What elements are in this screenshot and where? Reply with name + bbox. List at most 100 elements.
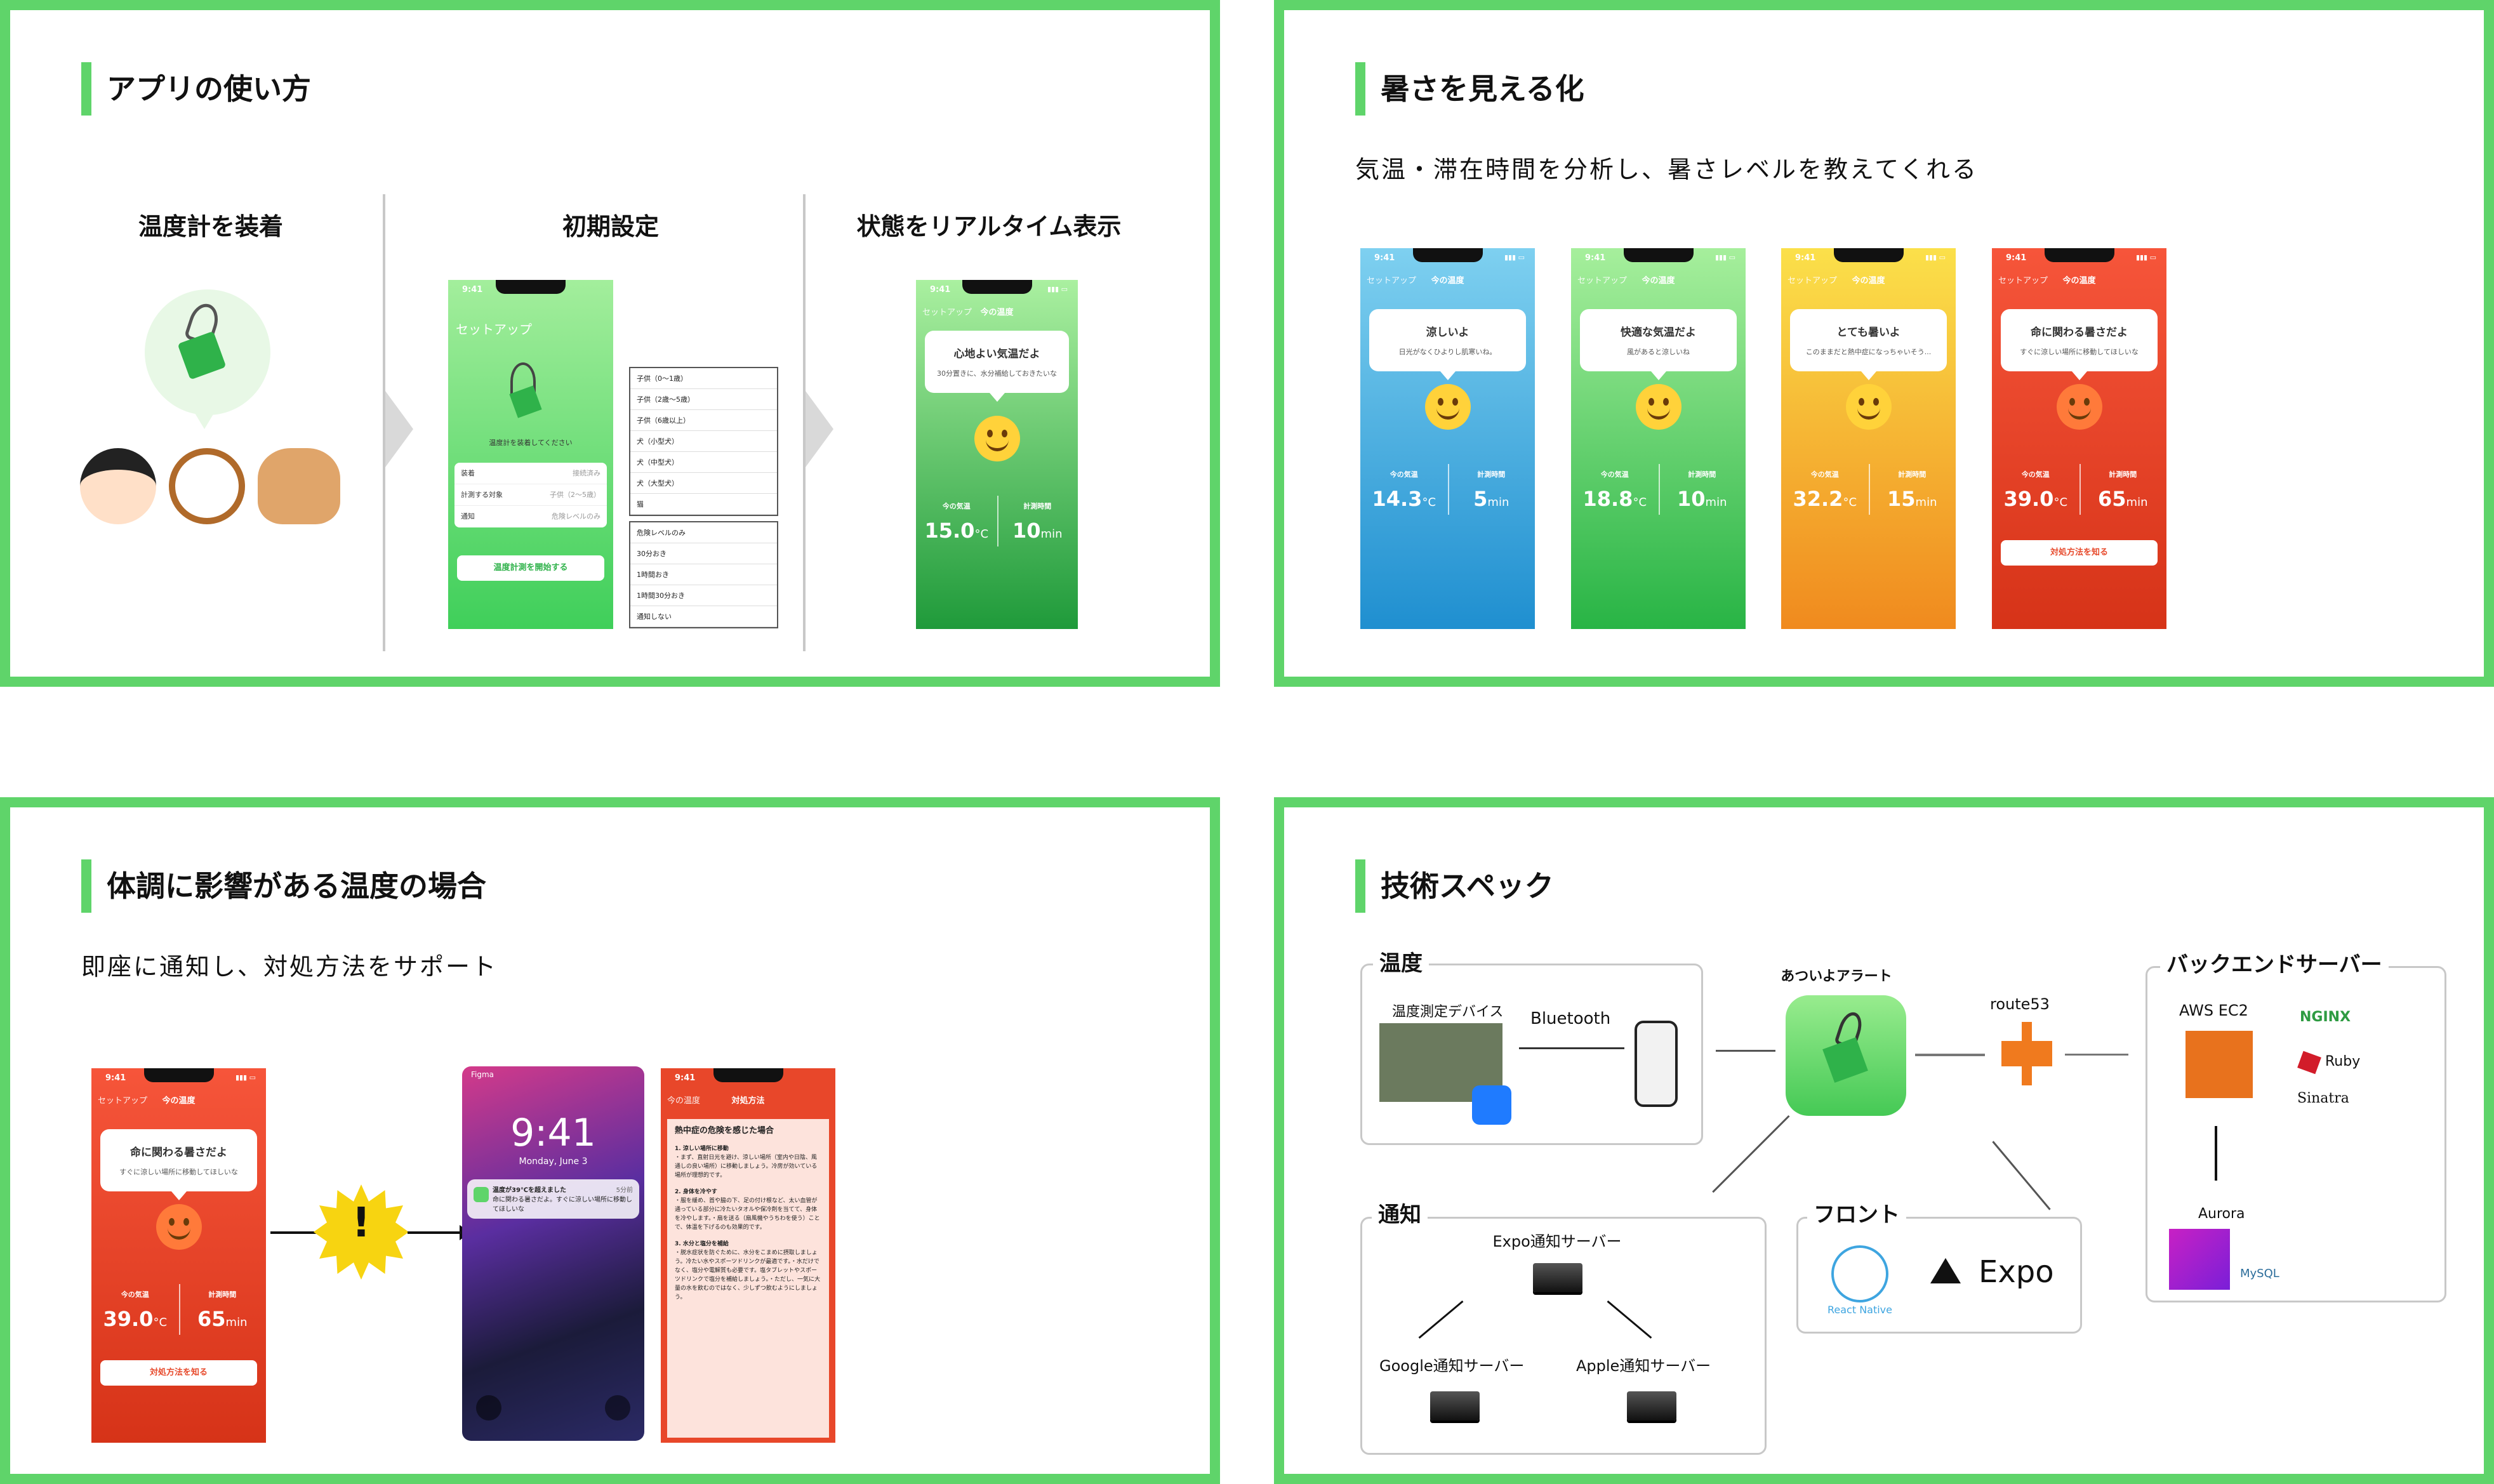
panel-heat-visualization: 暑さを見える化 気温・滞在時間を分析し、暑さレベルを教えてくれる 9:41 ▮▮▮… xyxy=(1274,0,2494,687)
thermometer-device-icon xyxy=(177,331,227,380)
server-icon xyxy=(1533,1263,1582,1292)
level-phone-danger: 9:41 ▮▮▮ ▭ セットアップ 今の温度 命に関わる暑さだよ すぐに涼しい場所に移動し… xyxy=(1992,248,2166,629)
setup-title: セットアップ xyxy=(456,322,532,337)
dropdown-option[interactable]: 危険レベルのみ xyxy=(630,522,777,543)
metric-label: 計測時間 xyxy=(1477,470,1506,479)
dropdown-option[interactable]: 子供（6歳以上） xyxy=(630,410,777,431)
guide-heading: 熱中症の危険を感じた場合 xyxy=(675,1126,774,1136)
warning-mark: ! xyxy=(352,1200,371,1247)
battery-icon: ▮▮▮ ▭ xyxy=(1715,253,1735,262)
elapsed-time: 10min xyxy=(1677,487,1727,511)
camera-icon[interactable] xyxy=(605,1395,630,1421)
screen-title: 今の温度 xyxy=(980,308,1014,317)
current-temperature: 14.3°C xyxy=(1372,487,1436,511)
dropdown-option[interactable]: 30分おき xyxy=(630,543,777,564)
dropdown-option[interactable]: 犬（大型犬） xyxy=(630,473,777,494)
guide-card: 熱中症の危険を感じた場合 1. 涼しい場所に移動 ・まず、直射日光を避け、涼しい… xyxy=(667,1119,829,1438)
target-dropdown[interactable]: 子供（0〜1歳） 子供（2歳〜5歳） 子供（6歳以上） 犬（小型犬） 犬（中型犬… xyxy=(629,367,778,516)
battery-icon: ▮▮▮ ▭ xyxy=(235,1073,256,1082)
status-bubble: 涼しいよ 日光がなくひよりし肌寒いね。 xyxy=(1369,309,1526,380)
dropdown-option[interactable]: 犬（中型犬） xyxy=(630,452,777,473)
guide-step-body: ・まず、直射日光を避け、涼しい場所（室内や日陰、風通しの良い場所）に移動しましょ… xyxy=(675,1155,818,1179)
level-phone-comfort: 9:41 ▮▮▮ ▭ セットアップ 今の温度 快適な気温だよ 風があると涼しいね 今の気温計… xyxy=(1571,248,1746,629)
screen-title: 今の温度 xyxy=(1642,276,1675,286)
screen-title: 今の温度 xyxy=(1852,276,1885,286)
metric-label: 計測時間 xyxy=(1688,470,1716,479)
screen-title: 今の温度 xyxy=(2062,276,2096,286)
setting-value[interactable]: 危険レベルのみ xyxy=(552,506,600,527)
status-bubble: 命に関わる暑さだよ すぐに涼しい場所に移動してほしいな xyxy=(100,1129,257,1200)
expo-label: Expo xyxy=(1979,1254,2054,1290)
screen-title: 今の温度 xyxy=(162,1096,196,1106)
status-message: 心地よい気温だよ xyxy=(953,348,1040,361)
setting-label: 計測する対象 xyxy=(461,491,503,499)
mysql-logo: MySQL xyxy=(2240,1267,2279,1280)
guide-step-body: ・脱水症状を防ぐために、水分をこまめに摂取しましょう。冷たい水やスポーツドリンク… xyxy=(675,1250,820,1301)
thermometer-bubble xyxy=(145,289,270,429)
push-notification[interactable]: 温度が39℃を超えました 命に関わる暑さだよ。すぐに涼しい場所に移動してほしいな… xyxy=(467,1179,639,1219)
status-detail: すぐに涼しい場所に移動してほしいな xyxy=(119,1168,238,1176)
status-message: 命に関わる暑さだよ xyxy=(2031,326,2128,339)
step-label-setup: 初期設定 xyxy=(562,213,659,241)
notify-dropdown[interactable]: 危険レベルのみ 30分おき 1時間おき 1時間30分おき 通知しない xyxy=(629,521,778,628)
panel-tech-spec: 技術スペック 温度 温度測定デバイス Bluetooth あついよアラート ro… xyxy=(1274,797,2494,1484)
aurora-label: Aurora xyxy=(2198,1206,2245,1222)
connector-line xyxy=(1992,1141,2051,1210)
current-temperature: 39.0°C xyxy=(103,1307,168,1331)
elapsed-time: 10min xyxy=(1012,519,1063,543)
ec2-label: AWS EC2 xyxy=(2179,1002,2248,1019)
flow-arrow xyxy=(408,1231,465,1234)
app-icon xyxy=(1786,995,1906,1116)
react-native-label: React Native xyxy=(1827,1304,1892,1316)
dropdown-option[interactable]: 1時間おき xyxy=(630,564,777,585)
metric-label: 今の気温 xyxy=(942,502,971,510)
dropdown-option[interactable]: 犬（小型犬） xyxy=(630,431,777,452)
status-detail: 日光がなくひよりし肌寒いね。 xyxy=(1398,348,1497,356)
status-time: 9:41 xyxy=(930,285,951,295)
metric-label: 今の気温 xyxy=(1810,470,1839,479)
app-name: あついよアラート xyxy=(1781,969,1892,984)
setting-value[interactable]: 接続済み xyxy=(573,463,600,484)
dropdown-option[interactable]: 子供（2歳〜5歳） xyxy=(630,389,777,410)
panel-title: アプリの使い方 xyxy=(81,62,311,116)
step-label-realtime: 状態をリアルタイム表示 xyxy=(856,213,1122,241)
setup-caption: 温度計を装着してください xyxy=(489,439,573,447)
flashlight-icon[interactable] xyxy=(476,1395,501,1421)
metric-label: 今の気温 xyxy=(121,1290,149,1299)
dropdown-option[interactable]: 猫 xyxy=(630,494,777,515)
group-label: フロント xyxy=(1807,1202,1906,1228)
panel-how-to-use: アプリの使い方 温度計を装着 初期設定 状態をリアルタイム表示 9:41 セット… xyxy=(0,0,1220,687)
elapsed-time: 65min xyxy=(2098,487,2148,511)
start-measure-button[interactable]: 温度計測を開始する xyxy=(457,555,604,581)
status-detail: 30分置きに、水分補給しておきたいな xyxy=(936,369,1057,378)
dropdown-option[interactable]: 通知しない xyxy=(630,606,777,627)
setup-phone-screen: 9:41 セットアップ 温度計を装着してください 装着 接続済み 計測する対象 子供… xyxy=(448,280,613,629)
dog-icon xyxy=(169,448,245,524)
guide-step-title: 3. 水分と塩分を補給 xyxy=(675,1241,729,1247)
lock-time: 9:41 xyxy=(510,1111,596,1155)
elapsed-time: 65min xyxy=(197,1307,248,1331)
cat-icon xyxy=(258,448,340,524)
current-temperature: 18.8°C xyxy=(1582,487,1647,511)
route53-label: route53 xyxy=(1990,995,2050,1013)
lock-screen: Figma 9:41 Monday, June 3 温度が39℃を超えました 命… xyxy=(462,1066,644,1441)
notification-time: 5分前 xyxy=(616,1187,633,1194)
metric-label: 今の気温 xyxy=(1390,470,1418,479)
status-bubble: 心地よい気温だよ 30分置きに、水分補給しておきたいな xyxy=(925,331,1069,402)
metric-label: 今の気温 xyxy=(2021,470,2050,479)
ec2-icon xyxy=(2186,1031,2253,1098)
status-time: 9:41 xyxy=(1795,253,1816,263)
dropdown-option[interactable]: 1時間30分おき xyxy=(630,585,777,606)
server-icon xyxy=(1430,1391,1480,1421)
status-time: 9:41 xyxy=(462,285,483,295)
bidirectional-arrow xyxy=(1915,1054,1985,1056)
setting-label: 通知 xyxy=(461,512,475,520)
status-bubble: 快適な気温だよ 風があると涼しいね xyxy=(1580,309,1737,380)
how-to-cope-button[interactable]: 対処方法を知る xyxy=(100,1360,257,1386)
child-icon xyxy=(80,448,156,524)
face-emoji-icon xyxy=(1845,384,1892,430)
guide-step-title: 2. 身体を冷やす xyxy=(675,1189,717,1195)
setting-value[interactable]: 子供（2〜5歳） xyxy=(550,484,600,505)
dropdown-option[interactable]: 子供（0〜1歳） xyxy=(630,368,777,389)
how-to-cope-button[interactable]: 対処方法を知る xyxy=(2001,540,2158,566)
